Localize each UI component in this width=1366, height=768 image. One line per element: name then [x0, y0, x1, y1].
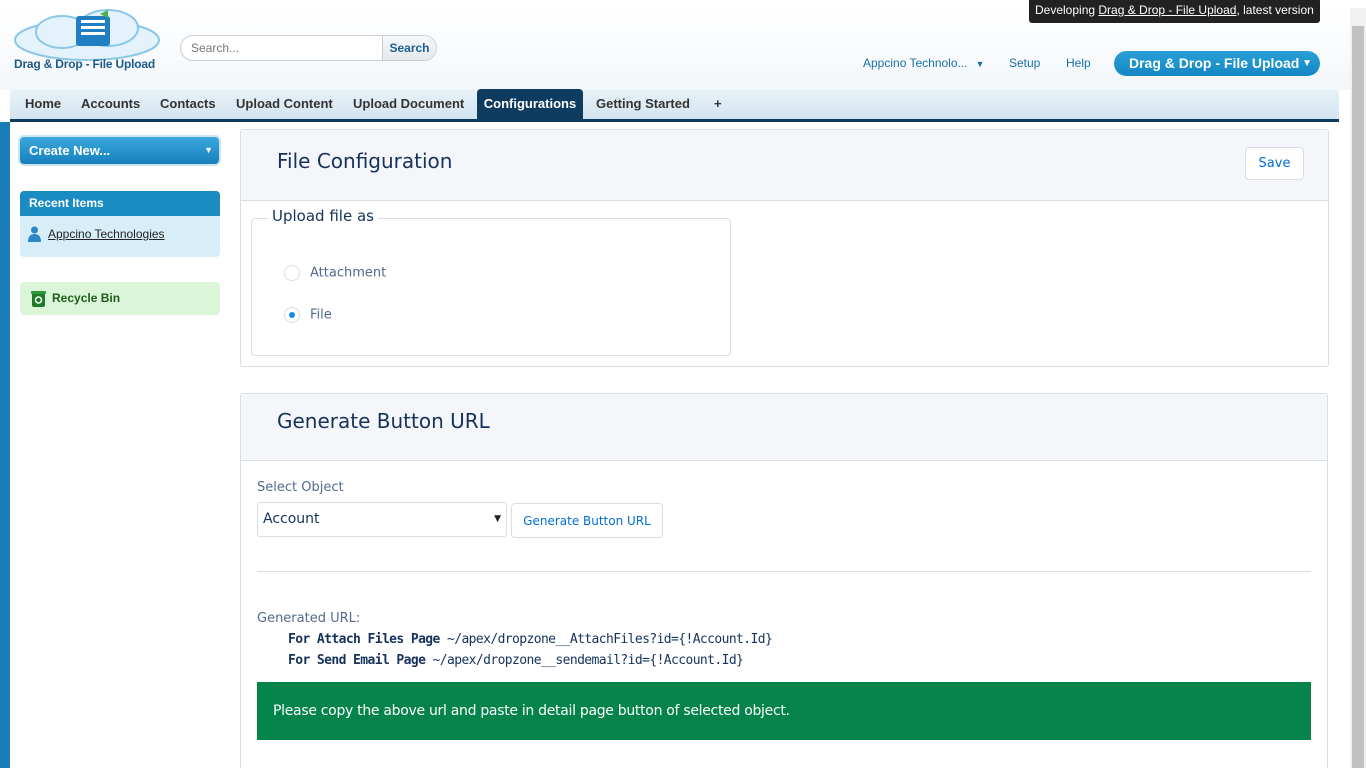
- tab-bar: Home Accounts Contacts Upload Content Up…: [10, 89, 1339, 122]
- vertical-scrollbar[interactable]: [1350, 8, 1366, 768]
- dev-banner-prefix: Developing: [1035, 3, 1099, 17]
- recycle-bin-link[interactable]: Recycle Bin: [20, 282, 220, 315]
- app-switcher-label: Drag & Drop - File Upload: [1129, 55, 1300, 71]
- add-tab-icon[interactable]: +: [714, 89, 722, 119]
- setup-link[interactable]: Setup: [1009, 56, 1040, 70]
- attach-files-value: ~/apex/dropzone__AttachFiles?id={!Accoun…: [439, 632, 773, 647]
- generate-url-panel: Generate Button URL Select Object Accoun…: [240, 393, 1328, 768]
- dev-banner-link[interactable]: Drag & Drop - File Upload: [1098, 3, 1236, 17]
- recent-items-list: Appcino Technologies: [20, 216, 220, 257]
- panel-header: File Configuration Save: [241, 130, 1328, 201]
- tab-upload-content[interactable]: Upload Content: [236, 89, 333, 119]
- logo-text: Drag & Drop - File Upload: [14, 57, 156, 71]
- create-new-label: Create New...: [29, 143, 111, 158]
- chevron-down-icon: ▼: [494, 514, 501, 524]
- tab-contacts[interactable]: Contacts: [160, 89, 216, 119]
- chevron-down-icon: ▼: [204, 145, 213, 155]
- select-object-label: Select Object: [257, 480, 344, 495]
- recycle-bin-label: Recycle Bin: [52, 291, 121, 305]
- radio-file[interactable]: File: [284, 307, 332, 323]
- chevron-down-icon: ▼: [975, 59, 985, 69]
- radio-attachment[interactable]: Attachment: [284, 265, 386, 281]
- radio-file-control[interactable]: [284, 307, 300, 323]
- file-configuration-panel: File Configuration Save Upload file as A…: [240, 129, 1329, 367]
- dev-banner-suffix: , latest version: [1236, 3, 1314, 17]
- generate-url-title: Generate Button URL: [277, 409, 490, 433]
- radio-attachment-label: Attachment: [310, 265, 387, 281]
- user-menu[interactable]: Appcino Technolo... ▼: [863, 56, 984, 70]
- send-email-url: For Send Email Page ~/apex/dropzone__sen…: [288, 653, 744, 668]
- search-input[interactable]: [181, 36, 383, 60]
- generate-button-url-button[interactable]: Generate Button URL: [511, 503, 663, 538]
- create-new-button[interactable]: Create New... ▼: [20, 137, 219, 164]
- search-box: Search: [180, 35, 437, 61]
- recent-item-label: Appcino Technologies: [48, 227, 165, 241]
- radio-file-label: File: [310, 307, 332, 323]
- recent-items-header: Recent Items: [20, 191, 220, 216]
- help-link[interactable]: Help: [1066, 56, 1091, 70]
- recent-item[interactable]: Appcino Technologies: [28, 226, 165, 242]
- recycle-bin-icon: [31, 291, 46, 307]
- attach-files-url: For Attach Files Page ~/apex/dropzone__A…: [288, 632, 773, 647]
- upload-file-as-legend: Upload file as: [268, 207, 378, 225]
- scrollbar-thumb[interactable]: [1352, 26, 1364, 768]
- search-button[interactable]: Search: [382, 36, 436, 60]
- generated-url-label: Generated URL:: [257, 611, 361, 626]
- tab-home[interactable]: Home: [25, 89, 61, 119]
- tab-getting-started[interactable]: Getting Started: [596, 89, 690, 119]
- file-configuration-title: File Configuration: [277, 149, 453, 173]
- select-object-dropdown[interactable]: Account ▼: [257, 502, 507, 537]
- save-button[interactable]: Save: [1245, 147, 1304, 180]
- app-switcher-button[interactable]: Drag & Drop - File Upload ▼: [1114, 51, 1320, 76]
- tab-configurations[interactable]: Configurations: [477, 89, 583, 119]
- send-email-value: ~/apex/dropzone__sendemail?id={!Account.…: [425, 653, 744, 668]
- user-menu-label: Appcino Technolo...: [863, 56, 968, 70]
- sidebar-edge: [0, 122, 10, 768]
- panel-header: Generate Button URL: [241, 394, 1327, 461]
- copy-url-notice: Please copy the above url and paste in d…: [257, 682, 1311, 740]
- upload-file-as-group: Upload file as Attachment File: [251, 207, 731, 356]
- person-icon: [28, 226, 41, 242]
- chevron-down-icon: ▼: [1302, 58, 1312, 69]
- attach-files-label: For Attach Files Page: [288, 632, 440, 647]
- dev-mode-banner: Developing Drag & Drop - File Upload, la…: [1029, 0, 1320, 23]
- select-object-value: Account: [263, 511, 320, 527]
- send-email-label: For Send Email Page: [288, 653, 426, 668]
- divider: [257, 571, 1311, 572]
- tab-accounts[interactable]: Accounts: [81, 89, 140, 119]
- radio-attachment-control[interactable]: [284, 265, 300, 281]
- tab-upload-document[interactable]: Upload Document: [353, 89, 464, 119]
